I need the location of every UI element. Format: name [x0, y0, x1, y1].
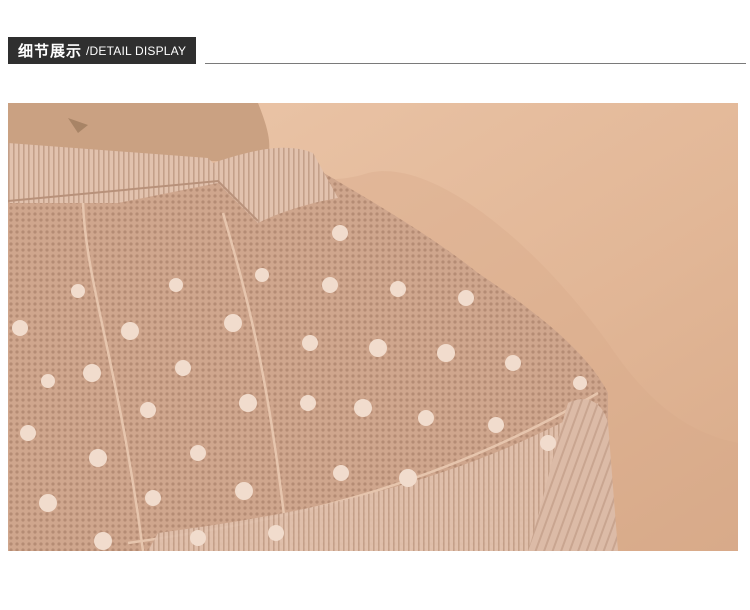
detail-photo — [8, 103, 738, 551]
section-title-cn: 细节展示 — [18, 42, 83, 60]
detail-photo-illustration — [8, 103, 738, 551]
section-header: 细节展示 /DETAIL DISPLAY — [8, 37, 197, 64]
header-divider — [205, 63, 746, 64]
section-title-en: /DETAIL DISPLAY — [86, 43, 187, 58]
